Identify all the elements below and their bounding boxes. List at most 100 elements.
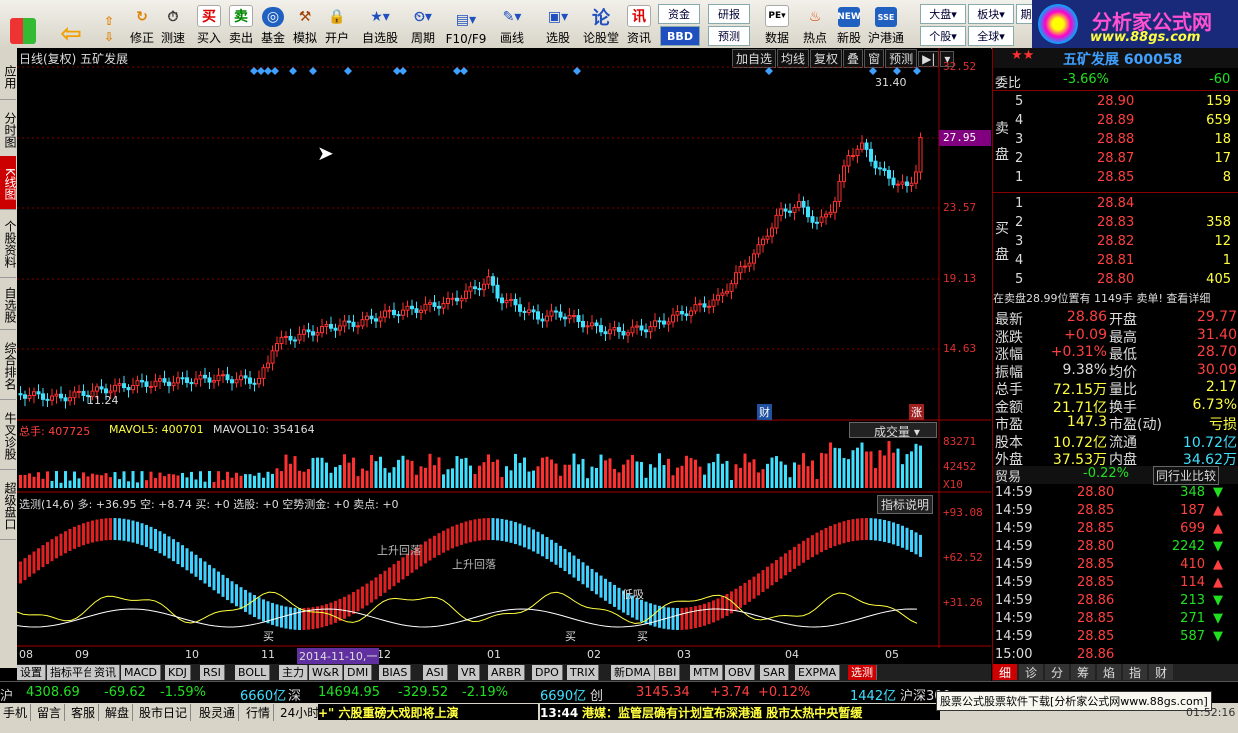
indicator-tab[interactable]: BOLL xyxy=(235,665,271,680)
tab-yingyong[interactable]: 应用 xyxy=(0,52,17,100)
app-menu-icon[interactable] xyxy=(8,2,38,46)
back-button[interactable]: ⇦ xyxy=(56,2,86,49)
indicator-tab[interactable]: BIAS xyxy=(379,665,412,680)
quote-tab[interactable]: 分 xyxy=(1045,664,1069,680)
simulate-button[interactable]: ⚒ 模拟 xyxy=(290,2,320,46)
indicator-help-button[interactable]: 指标说明 xyxy=(877,495,934,514)
xiuzheng-button[interactable]: ↻ 修正 xyxy=(127,2,157,46)
tab-diagnose[interactable]: 牛叉诊股 xyxy=(0,400,17,470)
indicator-tab[interactable]: 选测 xyxy=(848,665,877,680)
bbd-button[interactable]: BBD xyxy=(660,26,700,46)
indicator-tab[interactable]: W&R xyxy=(309,665,344,680)
buy-button[interactable]: 买 买入 xyxy=(194,2,224,46)
bottom-tab[interactable]: 留言 xyxy=(34,704,66,721)
period-button[interactable]: ⏲▾ 周期 xyxy=(405,2,441,46)
gegu-dropdown[interactable]: 个股 ▾ xyxy=(920,26,966,46)
sell-button[interactable]: 卖 卖出 xyxy=(226,2,256,46)
indicator-bar xyxy=(266,601,270,624)
quote-tab[interactable]: 焰 xyxy=(1097,664,1121,680)
news-ticker-2[interactable]: 13:44 港媒：监管层确有计划宣布深港通 股市太热中央暂缓 xyxy=(540,704,940,720)
sell-level-row[interactable]: 4 28.89 659 xyxy=(993,113,1238,131)
bottom-tab[interactable]: 股灵通 xyxy=(196,704,240,721)
data-button[interactable]: PE▾ 数据 xyxy=(760,2,794,46)
cai-tag[interactable]: 财 xyxy=(757,404,772,420)
quote-tab[interactable]: 财 xyxy=(1149,664,1173,680)
bottom-tab[interactable]: 客服 xyxy=(68,704,100,721)
select-stock-button[interactable]: ▣▾ 选股 xyxy=(540,2,576,46)
industry-compare-button[interactable]: 同行业比较 xyxy=(1153,466,1220,485)
indicator-bar xyxy=(28,554,31,577)
fund-button[interactable]: ◎ 基金 xyxy=(258,2,288,46)
quote-tab[interactable]: 指 xyxy=(1123,664,1147,680)
vol-indicator-dropdown[interactable]: 成交量 ▾ xyxy=(849,422,937,439)
cesu-button[interactable]: ⏱ 测速 xyxy=(158,2,188,46)
sell-level-row[interactable]: 1 28.85 8 xyxy=(993,170,1238,188)
draw-button[interactable]: ✎▾ 画线 xyxy=(494,2,530,46)
indicator-tab[interactable]: TRIX xyxy=(567,665,600,680)
bottom-tab[interactable]: 股市日记 xyxy=(136,704,192,721)
bottom-tab[interactable]: 行情 xyxy=(243,704,275,721)
indicator-tab[interactable]: BBI xyxy=(655,665,681,680)
indicator-tab[interactable]: DMI xyxy=(344,665,373,680)
f10-button[interactable]: ▤▾ F10/F9 xyxy=(446,2,487,46)
indicator-tab[interactable]: OBV xyxy=(725,665,756,680)
bottom-tab[interactable]: 解盘 xyxy=(102,704,134,721)
indicator-tab[interactable]: 新DMA xyxy=(611,665,655,680)
indicator-tab[interactable]: 资讯 xyxy=(91,665,120,680)
indicator-tab[interactable]: DPO xyxy=(532,665,563,680)
open-account-button[interactable]: 🔒 开户 xyxy=(322,2,352,46)
indicator-tab[interactable]: RSI xyxy=(200,665,225,680)
yanbao-button[interactable]: 研报 xyxy=(708,4,750,24)
yuce-button[interactable]: 预测 xyxy=(708,26,750,46)
tick-price: 28.85 xyxy=(1077,503,1115,518)
news-button[interactable]: 讯 资讯 xyxy=(624,2,654,46)
bottom-tab[interactable]: 手机 xyxy=(0,704,32,721)
buy-level-row[interactable]: 3 28.82 12 xyxy=(993,234,1238,252)
buy-level-row[interactable]: 2 28.83 358 xyxy=(993,215,1238,233)
indicator-tab[interactable]: ARBR xyxy=(488,665,526,680)
tab-fenshi[interactable]: 分时图 xyxy=(0,100,17,158)
tab-ranking[interactable]: 综合排名 xyxy=(0,330,17,400)
cy-index[interactable]: 3145.34 xyxy=(636,685,690,700)
watchlist-button[interactable]: ★▾ 自选股 xyxy=(360,2,400,46)
indicator-tab[interactable]: MACD xyxy=(121,665,161,680)
bankuai-dropdown[interactable]: 板块 ▾ xyxy=(968,4,1014,24)
indicator-tab[interactable]: KDJ xyxy=(165,665,191,680)
sh-index[interactable]: 4308.69 xyxy=(26,685,80,700)
dapan-dropdown[interactable]: 大盘 ▾ xyxy=(920,4,966,24)
indicator-tab[interactable]: VR xyxy=(458,665,481,680)
zijin-button[interactable]: 资金 xyxy=(658,4,700,24)
hotspot-button[interactable]: ♨ 热点 xyxy=(800,2,830,46)
quote-tab[interactable]: 诊 xyxy=(1019,664,1043,680)
kline-chart-area[interactable]: 日线(复权) 五矿发展 加自选 均线 复权叠窗预测 ▶| ▾ 32.52 27.95 2… xyxy=(17,48,991,664)
quote-tab[interactable]: 筹 xyxy=(1071,664,1095,680)
tab-super-pankou[interactable]: 超级盘口 xyxy=(0,470,17,540)
volume-bar xyxy=(158,472,162,488)
forum-button[interactable]: 论 论股堂 xyxy=(583,2,619,46)
tab-stock-info[interactable]: 个股资料 xyxy=(0,208,17,278)
hkconnect-button[interactable]: SSE 沪港通 xyxy=(866,2,906,46)
indicator-tab[interactable]: MTM xyxy=(690,665,723,680)
sell-level-row[interactable]: 2 28.87 17 xyxy=(993,151,1238,169)
indicator-tab[interactable]: EXPMA xyxy=(795,665,841,680)
indicator-tab[interactable]: 主力 xyxy=(279,665,308,680)
tab-watchlist[interactable]: 自选股 xyxy=(0,278,17,330)
buy-level-row[interactable]: 5 28.80 405 xyxy=(993,272,1238,290)
sell-level-row[interactable]: 5 28.90 159 xyxy=(993,94,1238,112)
sell-level-row[interactable]: 3 28.88 18 xyxy=(993,132,1238,150)
zhang-tag[interactable]: 涨 xyxy=(909,404,924,420)
quote-tab[interactable]: 细 xyxy=(993,664,1017,680)
buy-level-row[interactable]: 4 28.81 1 xyxy=(993,253,1238,271)
indicator-tab[interactable]: ASI xyxy=(423,665,448,680)
star-icon[interactable]: ★★ xyxy=(1011,48,1034,63)
news-ticker-1[interactable]: +" 六股重磅大戏即将上演 xyxy=(318,704,538,720)
sz-index[interactable]: 14694.95 xyxy=(318,685,380,700)
tab-kline[interactable]: K线图 xyxy=(0,156,17,210)
quanqiu-dropdown[interactable]: 全球 ▾ xyxy=(968,26,1014,46)
notice-bar[interactable]: 在卖盘28.99位置有 1149手 卖单! 查看详细 xyxy=(993,290,1238,306)
nav-updown[interactable]: ⇧ ⇩ xyxy=(98,2,120,46)
indicator-tab[interactable]: SAR xyxy=(760,665,790,680)
newstock-button[interactable]: NEW 新股 xyxy=(834,2,864,46)
buy-level-row[interactable]: 1 28.84 xyxy=(993,196,1238,214)
indicator-tab[interactable]: 设置 xyxy=(17,665,46,680)
